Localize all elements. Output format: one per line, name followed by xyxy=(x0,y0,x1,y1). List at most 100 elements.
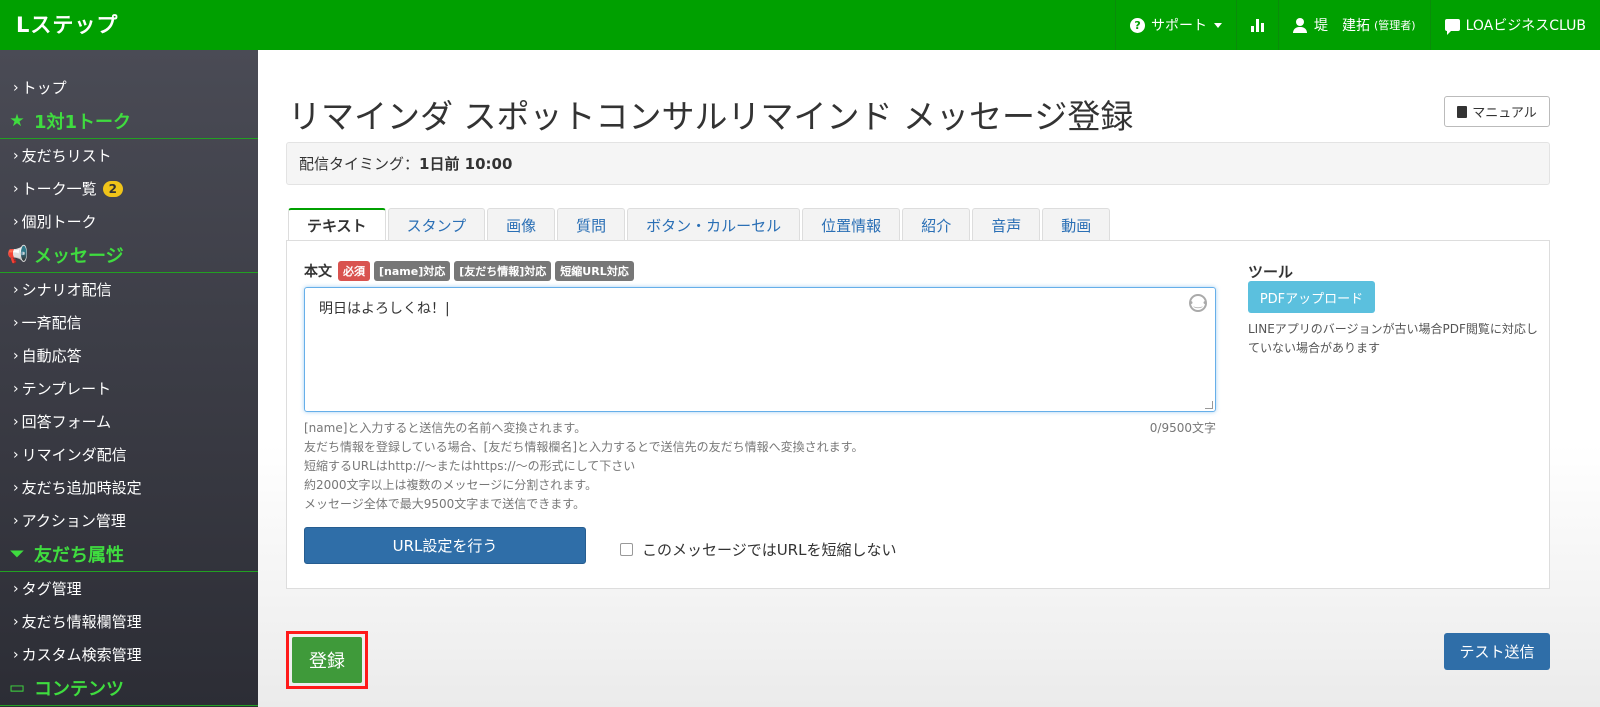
url-settings-button[interactable]: URL設定を行う xyxy=(304,527,586,564)
chevron-right-icon: › xyxy=(13,314,19,331)
timing-value: 1日前 10:00 xyxy=(419,155,513,173)
body-label-row: 本文 必須 [name]対応 [友だち情報]対応 短縮URL対応 xyxy=(304,261,634,281)
delivery-timing-box: 配信タイミング： 1日前 10:00 xyxy=(286,142,1550,185)
message-type-tabs: テキスト スタンプ 画像 質問 ボタン・カルーセル 位置情報 紹介 音声 動画 xyxy=(288,208,1112,241)
sidebar-item[interactable]: › 個別トーク xyxy=(0,205,258,238)
submit-button[interactable]: 登録 xyxy=(292,637,362,683)
chevron-right-icon: › xyxy=(13,413,19,430)
main-content: リマインダ スポットコンサルリマインド メッセージ登録 マニュアル 配信タイミン… xyxy=(258,50,1600,707)
tab[interactable]: 画像 xyxy=(487,208,556,241)
tab[interactable]: ボタン・カルーセル xyxy=(627,208,801,241)
chevron-right-icon: › xyxy=(13,479,19,496)
club-label: LOAビジネスCLUB xyxy=(1465,18,1586,34)
section-icon: ▭ xyxy=(8,678,26,698)
tab[interactable]: 質問 xyxy=(557,208,626,241)
chevron-right-icon: › xyxy=(13,347,19,364)
question-icon: ? xyxy=(1130,17,1146,33)
tab[interactable]: スタンプ xyxy=(387,208,486,241)
support-menu[interactable]: ? サポート xyxy=(1115,0,1236,50)
user-menu[interactable]: 堤 建拓 (管理者) xyxy=(1278,0,1430,50)
tab[interactable]: 紹介 xyxy=(902,208,971,241)
sidebar-item-label: 友だちリスト xyxy=(21,147,112,165)
sidebar-section-header[interactable]: 📢 メッセージ xyxy=(0,238,258,273)
caret-down-icon xyxy=(1214,22,1223,28)
text-editor-panel: 本文 必須 [name]対応 [友だち情報]対応 短縮URL対応 明日はよろしくね！|… xyxy=(286,240,1550,589)
chevron-right-icon: › xyxy=(13,580,19,597)
char-counter: 0/9500文字 xyxy=(1149,421,1216,435)
pdf-note: LINEアプリのバージョンが古い場合PDF閲覧に対応していない場合があります xyxy=(1248,322,1538,355)
sidebar-item[interactable]: › 友だちリスト xyxy=(0,139,258,172)
help-line: 友だち情報を登録している場合、[友だち情報欄名]と入力するとで送信先の友だち情報… xyxy=(304,440,864,454)
message-body-textarea[interactable]: 明日はよろしくね！| •‿• xyxy=(304,287,1216,412)
sidebar-item[interactable]: › トーク一覧 2 xyxy=(0,172,258,205)
chevron-right-icon: › xyxy=(13,147,19,164)
sidebar-item[interactable]: › カスタム検索管理 xyxy=(0,638,258,671)
tab[interactable]: 動画 xyxy=(1042,208,1111,241)
sidebar-item-label: 自動応答 xyxy=(21,347,82,365)
sidebar-section-header[interactable]: ⏷ 友だち属性 xyxy=(0,537,258,572)
resize-handle[interactable] xyxy=(1205,401,1213,409)
sidebar-item[interactable]: › 自動応答 xyxy=(0,339,258,372)
sidebar-item-label: 友だち情報欄管理 xyxy=(21,613,142,631)
tab[interactable]: 位置情報 xyxy=(802,208,901,241)
body-tags: 必須 [name]対応 [友だち情報]対応 短縮URL対応 xyxy=(334,261,634,281)
no-shorten-label: このメッセージではURLを短縮しない xyxy=(642,541,897,559)
tab[interactable]: 音声 xyxy=(972,208,1041,241)
page-title: リマインダ スポットコンサルリマインド メッセージ登録 xyxy=(288,97,1134,136)
sidebar-item-label: テンプレート xyxy=(21,380,112,398)
help-line: メッセージ全体で最大9500文字まで送信できます。 xyxy=(304,497,586,511)
chevron-right-icon: › xyxy=(13,281,19,298)
club-link[interactable]: LOAビジネスCLUB xyxy=(1429,0,1600,50)
sidebar-item[interactable]: › 友だち情報欄管理 xyxy=(0,605,258,638)
bar-chart-icon xyxy=(1251,18,1265,32)
unread-badge: 2 xyxy=(102,180,123,197)
book-icon xyxy=(1457,105,1468,118)
sidebar-item-label: タグ管理 xyxy=(21,580,82,598)
sidebar-item-label: 一斉配信 xyxy=(21,314,82,332)
sidebar-item[interactable]: › シナリオ配信 xyxy=(0,273,258,306)
sidebar-item[interactable]: › トップ xyxy=(0,71,258,104)
test-send-button[interactable]: テスト送信 xyxy=(1444,633,1550,670)
help-text: [name]と入力すると送信先の名前へ変換されます。友だち情報を登録している場合… xyxy=(304,419,863,514)
sidebar-item-label: アクション管理 xyxy=(21,512,126,530)
help-line: [name]と入力すると送信先の名前へ変換されます。 xyxy=(304,421,587,435)
user-role: (管理者) xyxy=(1374,19,1416,32)
sidebar-item[interactable]: › 友だち追加時設定 xyxy=(0,471,258,504)
sidebar-item[interactable]: › 回答フォーム xyxy=(0,405,258,438)
sidebar-item[interactable]: › リマインダ配信 xyxy=(0,438,258,471)
sidebar-item[interactable]: › アクション管理 xyxy=(0,504,258,537)
no-shorten-checkbox[interactable] xyxy=(620,543,633,556)
emoji-icon[interactable]: •‿• xyxy=(1188,294,1208,312)
sidebar-item[interactable]: › 一斉配信 xyxy=(0,306,258,339)
tab[interactable]: テキスト xyxy=(288,208,386,241)
sidebar-section-header[interactable]: ★ 1対1トーク xyxy=(0,104,258,139)
chevron-right-icon: › xyxy=(13,213,19,230)
sidebar-item-label: トーク一覧 xyxy=(21,180,97,198)
sidebar-top-spacer xyxy=(0,50,258,71)
sidebar-item[interactable]: › テンプレート xyxy=(0,372,258,405)
no-shorten-option[interactable]: このメッセージではURLを短縮しない xyxy=(620,539,896,560)
sidebar-item-label: 個別トーク xyxy=(21,213,97,231)
message-body-value: 明日はよろしくね！| xyxy=(319,301,450,317)
sidebar-menu: › トップ ★ 1対1トーク › 友だちリスト › トーク一覧 2 › 個別トーク 📢 メッセージ › シナ… xyxy=(0,71,258,706)
sidebar-item-label: 友だち属性 xyxy=(34,545,124,566)
chevron-right-icon: › xyxy=(13,512,19,529)
pdf-upload-button[interactable]: PDFアップロード xyxy=(1248,281,1375,313)
chevron-right-icon: › xyxy=(13,613,19,630)
help-line: 約2000文字以上は複数のメッセージに分割されます。 xyxy=(304,478,598,492)
chevron-right-icon: › xyxy=(13,180,19,197)
section-icon: ⏷ xyxy=(10,544,24,564)
sidebar-item-label: 1対1トーク xyxy=(34,112,132,133)
manual-label: マニュアル xyxy=(1472,106,1537,121)
sidebar-item-label: 回答フォーム xyxy=(21,413,112,431)
manual-button[interactable]: マニュアル xyxy=(1444,96,1550,127)
body-tag: 短縮URL対応 xyxy=(555,261,634,281)
tools-title: ツール xyxy=(1248,263,1294,281)
app-logo[interactable]: Lステップ xyxy=(16,9,118,39)
sidebar-item[interactable]: › タグ管理 xyxy=(0,572,258,605)
sidebar-section-header[interactable]: ▭ コンテンツ xyxy=(0,671,258,706)
help-line: 短縮するURLはhttp://〜またはhttps://〜の形式にして下さい xyxy=(304,459,636,473)
sidebar-item-label: 友だち追加時設定 xyxy=(21,479,142,497)
submit-highlight: 登録 xyxy=(286,631,368,689)
analytics-button[interactable] xyxy=(1236,0,1278,50)
